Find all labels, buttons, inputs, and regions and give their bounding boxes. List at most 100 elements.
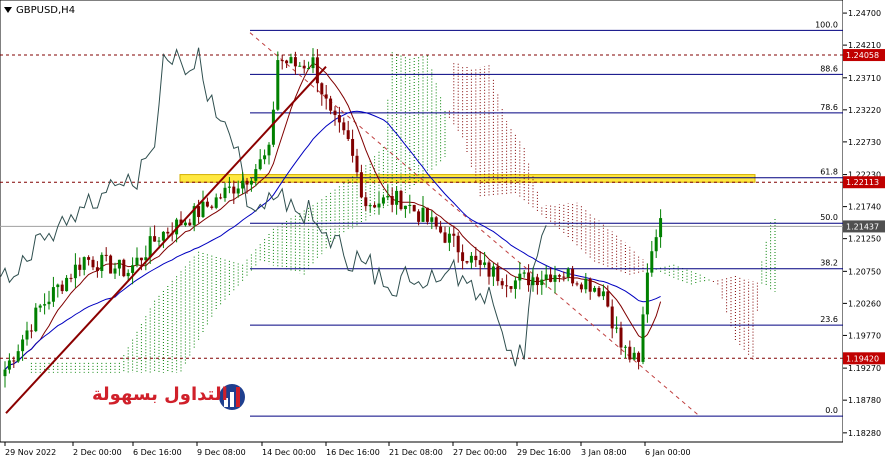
candle-body	[21, 339, 25, 352]
candle-body	[157, 240, 161, 242]
candle-body	[390, 195, 394, 205]
candle-body	[531, 277, 535, 286]
y-tick-label: 1.23710	[848, 74, 881, 83]
x-tick-label: 29 Nov 2022	[5, 448, 56, 457]
candle-body	[258, 159, 262, 170]
candle-body	[465, 261, 469, 263]
candle-body	[60, 284, 64, 292]
candle-body	[447, 233, 451, 243]
candle-body	[131, 265, 135, 273]
candle-body	[113, 268, 117, 274]
candle-body	[571, 268, 575, 284]
candle-body	[535, 277, 539, 286]
candle-body	[219, 197, 223, 199]
candle-body	[69, 277, 73, 279]
candle-body	[368, 205, 372, 207]
candle-body	[126, 272, 130, 277]
candle-body	[51, 287, 55, 302]
x-tick-label: 9 Dec 08:00	[197, 448, 246, 457]
candle-body	[342, 122, 346, 131]
price-tag-label: 1.22113	[846, 178, 879, 187]
candle-body	[78, 264, 82, 270]
candle-body	[549, 274, 553, 282]
candle-body	[461, 252, 465, 262]
candle-body	[478, 260, 482, 265]
fib-label: 0.0	[825, 406, 838, 415]
y-tick-label: 1.24700	[848, 9, 881, 18]
y-tick-label: 1.21740	[848, 203, 881, 212]
candle-body	[293, 57, 297, 67]
y-tick-label: 1.18280	[848, 429, 881, 438]
candle-body	[223, 187, 227, 199]
candle-body	[544, 274, 548, 280]
candle-body	[421, 207, 425, 222]
candle-body	[386, 195, 390, 198]
candle-body	[43, 304, 47, 306]
candle-body	[434, 217, 438, 227]
candle-body	[641, 314, 645, 362]
candle-body	[100, 254, 104, 272]
candle-body	[139, 257, 143, 261]
y-tick-label: 1.23220	[848, 106, 881, 115]
x-tick-label: 6 Dec 16:00	[133, 448, 182, 457]
candle-body	[197, 206, 201, 217]
candle-body	[109, 255, 113, 274]
candle-body	[615, 327, 619, 329]
candle-body	[161, 231, 165, 241]
candle-body	[25, 330, 29, 340]
candle-body	[487, 262, 491, 277]
candle-body	[87, 257, 91, 260]
candle-body	[452, 233, 456, 236]
candle-body	[518, 273, 522, 281]
candle-body	[232, 186, 236, 194]
candle-body	[399, 190, 403, 210]
candle-body	[483, 262, 487, 265]
candle-body	[575, 283, 579, 285]
candle-body	[82, 257, 86, 270]
candle-body	[263, 155, 267, 160]
candle-body	[584, 278, 588, 290]
candle-body	[439, 226, 443, 233]
x-tick-label: 16 Dec 16:00	[326, 448, 380, 457]
candle-body	[3, 369, 7, 377]
candle-body	[91, 259, 95, 268]
candle-body	[359, 172, 363, 198]
candle-body	[254, 169, 258, 181]
candle-body	[16, 351, 20, 362]
candle-body	[597, 287, 601, 297]
candle-body	[346, 130, 350, 139]
candle-body	[395, 190, 399, 205]
y-tick-label: 1.24210	[848, 41, 881, 50]
candle-body	[540, 279, 544, 286]
candle-body	[285, 60, 289, 64]
candle-body	[210, 206, 214, 208]
y-tick-label: 1.22730	[848, 138, 881, 147]
candle-body	[249, 180, 253, 185]
y-tick-label: 1.19270	[848, 364, 881, 373]
fib-label: 61.8	[820, 168, 838, 177]
logo-text: التداول بسهولة	[92, 384, 228, 405]
fib-label: 88.6	[820, 64, 838, 73]
candle-body	[579, 284, 583, 290]
candle-body	[469, 255, 473, 263]
x-tick-label: 6 Jan 00:00	[645, 448, 691, 457]
candle-body	[117, 259, 121, 269]
y-tick-label: 1.20750	[848, 267, 881, 276]
candle-body	[337, 115, 341, 123]
price-tag-label: 1.19420	[846, 354, 879, 363]
candle-body	[456, 235, 460, 253]
candle-body	[632, 352, 636, 360]
candle-body	[381, 197, 385, 204]
candle-body	[606, 291, 610, 307]
candle-body	[298, 65, 302, 67]
candle-body	[311, 57, 315, 69]
y-tick-label: 1.18780	[848, 396, 881, 405]
candle-body	[527, 272, 531, 286]
candle-body	[522, 272, 526, 274]
candle-body	[505, 285, 509, 287]
x-tick-label: 3 Jan 08:00	[581, 448, 627, 457]
x-tick-label: 2 Dec 00:00	[73, 448, 122, 457]
candle-body	[153, 236, 157, 242]
price-tag-label: 1.24058	[846, 51, 879, 60]
symbol-label[interactable]: GBPUSD,H4	[4, 5, 75, 16]
